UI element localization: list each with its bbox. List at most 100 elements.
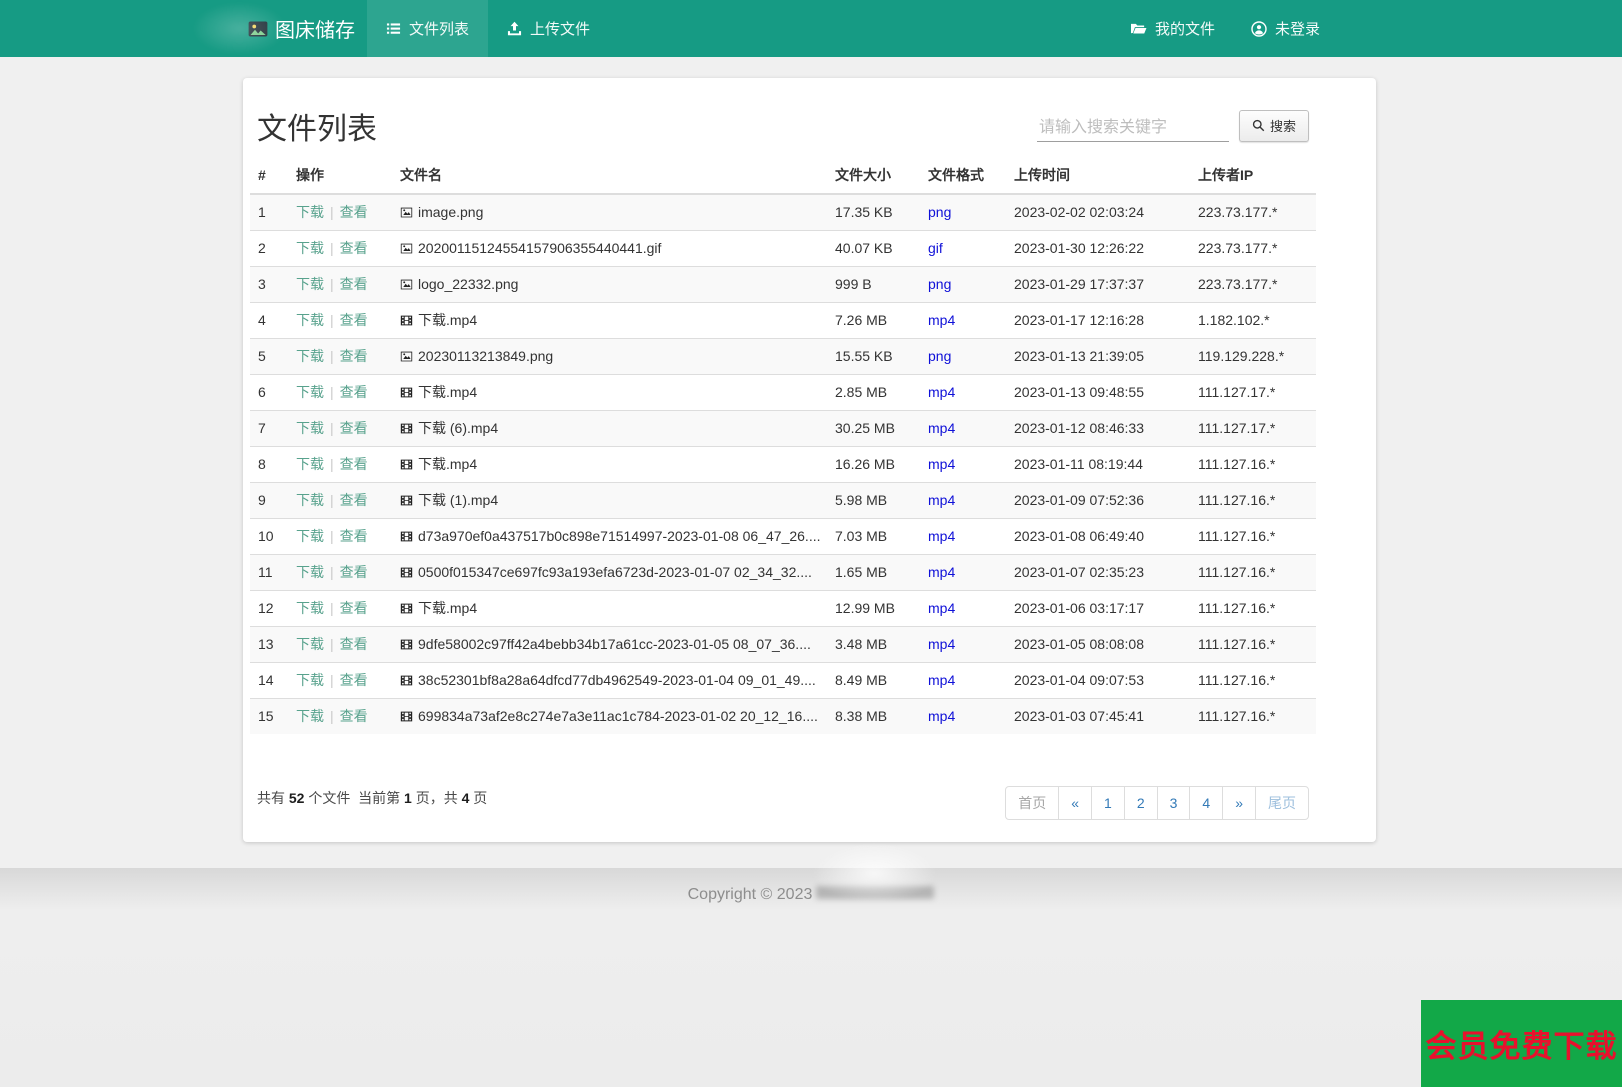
view-link[interactable]: 查看 (340, 384, 368, 400)
file-name: 699834a73af2e8c274e7a3e11ac1c784-2023-01… (418, 708, 818, 724)
download-link[interactable]: 下载 (296, 420, 324, 436)
search-input[interactable] (1036, 115, 1229, 142)
file-name-cell: 下载 (1).mp4 (392, 482, 827, 519)
table-row: 11 下载 | 查看 0500f015347ce697fc93a193efa6723… (250, 554, 1316, 591)
row-index: 4 (250, 302, 288, 339)
view-link[interactable]: 查看 (340, 564, 368, 580)
file-format-link[interactable]: png (928, 348, 951, 364)
view-link[interactable]: 查看 (340, 312, 368, 328)
table-row: 1 下载 | 查看 image.png 17.35 KB png 2023-02-0… (250, 193, 1316, 231)
nav-item-file-list[interactable]: 文件列表 (367, 0, 489, 57)
uploader-ip: 111.127.17.* (1190, 374, 1316, 411)
uploader-ip: 1.182.102.* (1190, 302, 1316, 339)
file-format-link[interactable]: png (928, 204, 951, 220)
row-index: 13 (250, 626, 288, 663)
view-link[interactable]: 查看 (340, 708, 368, 724)
pagination-page-3[interactable]: 3 (1156, 786, 1191, 820)
view-link[interactable]: 查看 (340, 348, 368, 364)
table-row: 14 下载 | 查看 38c52301bf8a28a64dfcd77db496254… (250, 662, 1316, 699)
download-link[interactable]: 下载 (296, 348, 324, 364)
download-link[interactable]: 下载 (296, 600, 324, 616)
row-index: 7 (250, 410, 288, 447)
view-link[interactable]: 查看 (340, 276, 368, 292)
download-link[interactable]: 下载 (296, 204, 324, 220)
upload-time: 2023-01-03 07:45:41 (1006, 698, 1190, 734)
file-format-link[interactable]: png (928, 276, 951, 292)
nav-item-my-files[interactable]: 我的文件 (1130, 18, 1215, 39)
view-link[interactable]: 查看 (340, 672, 368, 688)
film-icon (400, 420, 418, 436)
row-actions: 下载 | 查看 (288, 698, 392, 734)
film-icon (400, 600, 418, 616)
view-link[interactable]: 查看 (340, 240, 368, 256)
member-download-badge[interactable]: 会员免费下载 (1421, 1000, 1622, 1087)
pagination-page-4[interactable]: 4 (1189, 786, 1224, 820)
pagination: 首页 «1 2 3 4» 尾页 (1005, 786, 1309, 820)
download-link[interactable]: 下载 (296, 564, 324, 580)
pagination-page-1[interactable]: 1 (1091, 786, 1125, 820)
current-page-number: 1 (404, 790, 412, 806)
action-separator: | (330, 564, 334, 580)
download-link[interactable]: 下载 (296, 240, 324, 256)
view-link[interactable]: 查看 (340, 528, 368, 544)
file-size: 17.35 KB (827, 193, 920, 231)
pagination-prev[interactable]: « (1058, 786, 1093, 820)
folder-open-icon (1130, 21, 1147, 36)
row-actions: 下载 | 查看 (288, 662, 392, 699)
action-separator: | (330, 492, 334, 508)
row-index: 14 (250, 662, 288, 699)
nav-item-login-status[interactable]: 未登录 (1251, 18, 1320, 39)
pagination-next[interactable]: » (1222, 786, 1256, 820)
upload-time: 2023-01-06 03:17:17 (1006, 590, 1190, 627)
col-upload-time: 上传时间 (1006, 158, 1190, 195)
uploader-ip: 111.127.16.* (1190, 590, 1316, 627)
row-index: 1 (250, 193, 288, 231)
user-circle-icon (1251, 20, 1267, 37)
image-icon (400, 204, 418, 220)
search-button[interactable]: 搜索 (1238, 110, 1309, 142)
pagination-page-2[interactable]: 2 (1123, 786, 1158, 820)
file-format-link[interactable]: mp4 (928, 672, 955, 688)
file-size: 3.48 MB (827, 626, 920, 663)
search-box: 搜索 (1036, 110, 1309, 142)
file-format-link[interactable]: mp4 (928, 312, 955, 328)
pagination-last[interactable]: 尾页 (1255, 786, 1309, 820)
view-link[interactable]: 查看 (340, 636, 368, 652)
pagination-first[interactable]: 首页 (1005, 786, 1060, 820)
file-format-link[interactable]: mp4 (928, 708, 955, 724)
table-header-row: # 操作 文件名 文件大小 文件格式 上传时间 上传者IP (250, 158, 1316, 195)
file-format-link[interactable]: mp4 (928, 492, 955, 508)
view-link[interactable]: 查看 (340, 420, 368, 436)
file-name: 下载.mp4 (418, 384, 478, 400)
download-link[interactable]: 下载 (296, 672, 324, 688)
download-link[interactable]: 下载 (296, 492, 324, 508)
file-format-link[interactable]: mp4 (928, 564, 955, 580)
upload-time: 2023-01-11 08:19:44 (1006, 446, 1190, 483)
download-link[interactable]: 下载 (296, 384, 324, 400)
file-format-link[interactable]: mp4 (928, 384, 955, 400)
uploader-ip: 111.127.16.* (1190, 554, 1316, 591)
view-link[interactable]: 查看 (340, 456, 368, 472)
download-link[interactable]: 下载 (296, 312, 324, 328)
download-link[interactable]: 下载 (296, 456, 324, 472)
download-link[interactable]: 下载 (296, 276, 324, 292)
file-format-link[interactable]: gif (928, 240, 943, 256)
file-name-cell: 20200115124554157906355440441.gif (392, 230, 827, 267)
brand[interactable]: 图床储存 (248, 0, 355, 57)
col-filesize: 文件大小 (827, 158, 920, 195)
nav-item-label: 文件列表 (409, 21, 470, 38)
file-format-link[interactable]: mp4 (928, 636, 955, 652)
col-format: 文件格式 (920, 158, 1006, 195)
file-format-link[interactable]: mp4 (928, 528, 955, 544)
view-link[interactable]: 查看 (340, 492, 368, 508)
nav-item-upload[interactable]: 上传文件 (488, 0, 609, 57)
file-format-link[interactable]: mp4 (928, 456, 955, 472)
file-format-link[interactable]: mp4 (928, 420, 955, 436)
file-name-cell: 下载.mp4 (392, 374, 827, 411)
download-link[interactable]: 下载 (296, 636, 324, 652)
view-link[interactable]: 查看 (340, 600, 368, 616)
file-format-link[interactable]: mp4 (928, 600, 955, 616)
view-link[interactable]: 查看 (340, 204, 368, 220)
download-link[interactable]: 下载 (296, 708, 324, 724)
download-link[interactable]: 下载 (296, 528, 324, 544)
